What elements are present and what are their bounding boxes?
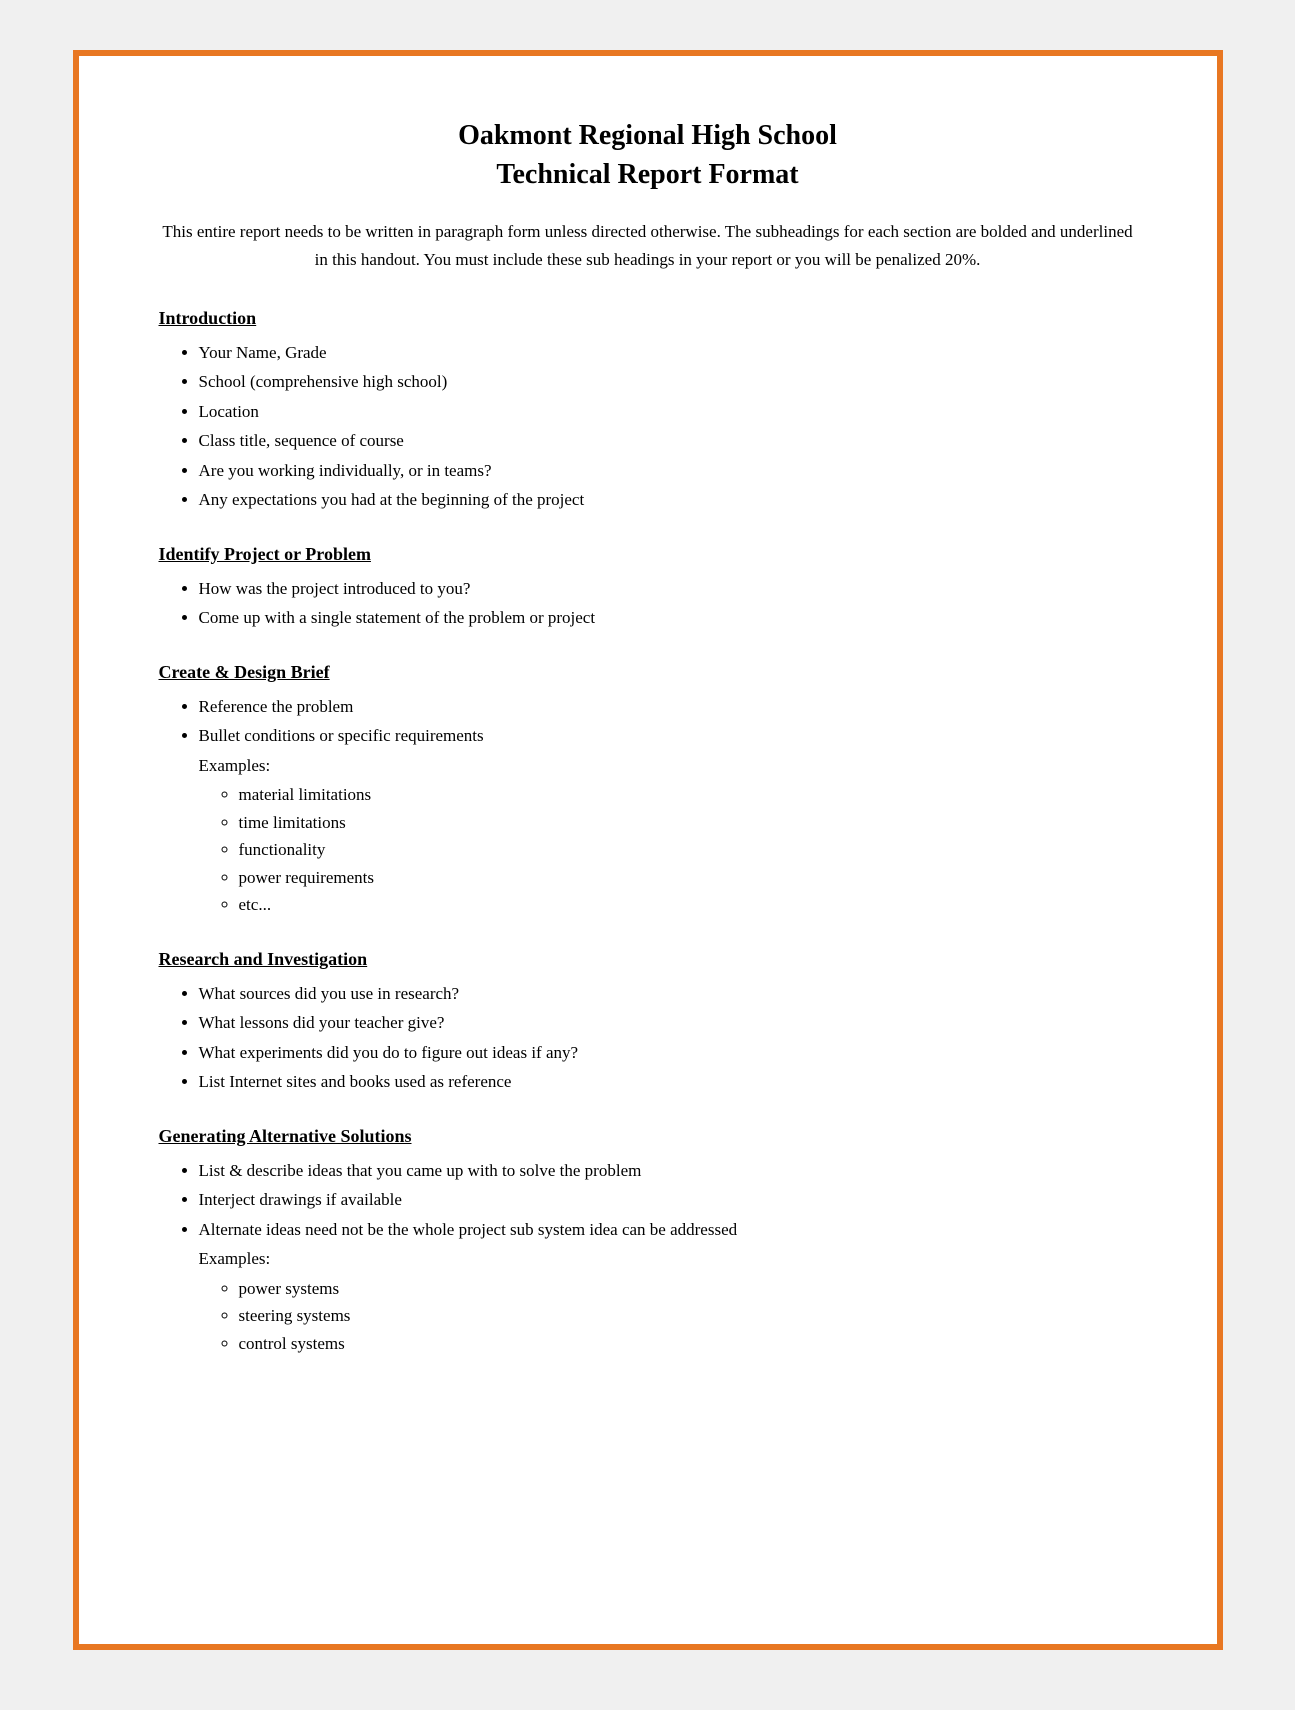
section-heading-create-design-brief: Create & Design Brief xyxy=(159,659,1137,686)
generating-solutions-list: List & describe ideas that you came up w… xyxy=(199,1158,1137,1357)
list-item: Any expectations you had at the beginnin… xyxy=(199,487,1137,513)
list-item: Bullet conditions or specific requiremen… xyxy=(199,723,1137,918)
list-item: material limitations xyxy=(239,782,1137,808)
list-item: What lessons did your teacher give? xyxy=(199,1010,1137,1036)
document-title: Oakmont Regional High School Technical R… xyxy=(159,116,1137,194)
section-heading-introduction: Introduction xyxy=(159,305,1137,332)
list-item: List & describe ideas that you came up w… xyxy=(199,1158,1137,1184)
section-create-design-brief: Create & Design Brief Reference the prob… xyxy=(159,659,1137,918)
document: Oakmont Regional High School Technical R… xyxy=(73,50,1223,1650)
list-item: What experiments did you do to figure ou… xyxy=(199,1040,1137,1066)
list-item: Alternate ideas need not be the whole pr… xyxy=(199,1217,1137,1357)
research-investigation-list: What sources did you use in research? Wh… xyxy=(199,981,1137,1095)
list-item: Come up with a single statement of the p… xyxy=(199,605,1137,631)
page-wrapper: Oakmont Regional High School Technical R… xyxy=(20,20,1275,1690)
section-heading-identify-project: Identify Project or Problem xyxy=(159,541,1137,568)
list-item: List Internet sites and books used as re… xyxy=(199,1069,1137,1095)
section-identify-project: Identify Project or Problem How was the … xyxy=(159,541,1137,631)
list-item: control systems xyxy=(239,1331,1137,1357)
create-design-brief-list: Reference the problem Bullet conditions … xyxy=(199,694,1137,918)
list-item: Are you working individually, or in team… xyxy=(199,458,1137,484)
list-item: Class title, sequence of course xyxy=(199,428,1137,454)
title-line2: Technical Report Format xyxy=(159,155,1137,194)
list-item: power requirements xyxy=(239,865,1137,891)
list-item: steering systems xyxy=(239,1303,1137,1329)
section-generating-solutions: Generating Alternative Solutions List & … xyxy=(159,1123,1137,1357)
list-item: School (comprehensive high school) xyxy=(199,369,1137,395)
list-item: power systems xyxy=(239,1276,1137,1302)
section-heading-generating-solutions: Generating Alternative Solutions xyxy=(159,1123,1137,1150)
list-item: Reference the problem xyxy=(199,694,1137,720)
title-line1: Oakmont Regional High School xyxy=(159,116,1137,155)
list-item: functionality xyxy=(239,837,1137,863)
list-item: What sources did you use in research? xyxy=(199,981,1137,1007)
section-research-investigation: Research and Investigation What sources … xyxy=(159,946,1137,1095)
list-item: time limitations xyxy=(239,810,1137,836)
section-introduction: Introduction Your Name, Grade School (co… xyxy=(159,305,1137,513)
list-item: Interject drawings if available xyxy=(199,1187,1137,1213)
introduction-list: Your Name, Grade School (comprehensive h… xyxy=(199,340,1137,513)
examples-label: Examples: xyxy=(199,1246,1137,1272)
design-brief-sub-list: material limitations time limitations fu… xyxy=(239,782,1137,918)
list-item: Location xyxy=(199,399,1137,425)
list-item: etc... xyxy=(239,892,1137,918)
generating-solutions-sub-list: power systems steering systems control s… xyxy=(239,1276,1137,1357)
identify-project-list: How was the project introduced to you? C… xyxy=(199,576,1137,631)
list-item: Your Name, Grade xyxy=(199,340,1137,366)
section-heading-research-investigation: Research and Investigation xyxy=(159,946,1137,973)
examples-label: Examples: xyxy=(199,753,1137,779)
list-item: How was the project introduced to you? xyxy=(199,576,1137,602)
intro-paragraph: This entire report needs to be written i… xyxy=(159,218,1137,272)
